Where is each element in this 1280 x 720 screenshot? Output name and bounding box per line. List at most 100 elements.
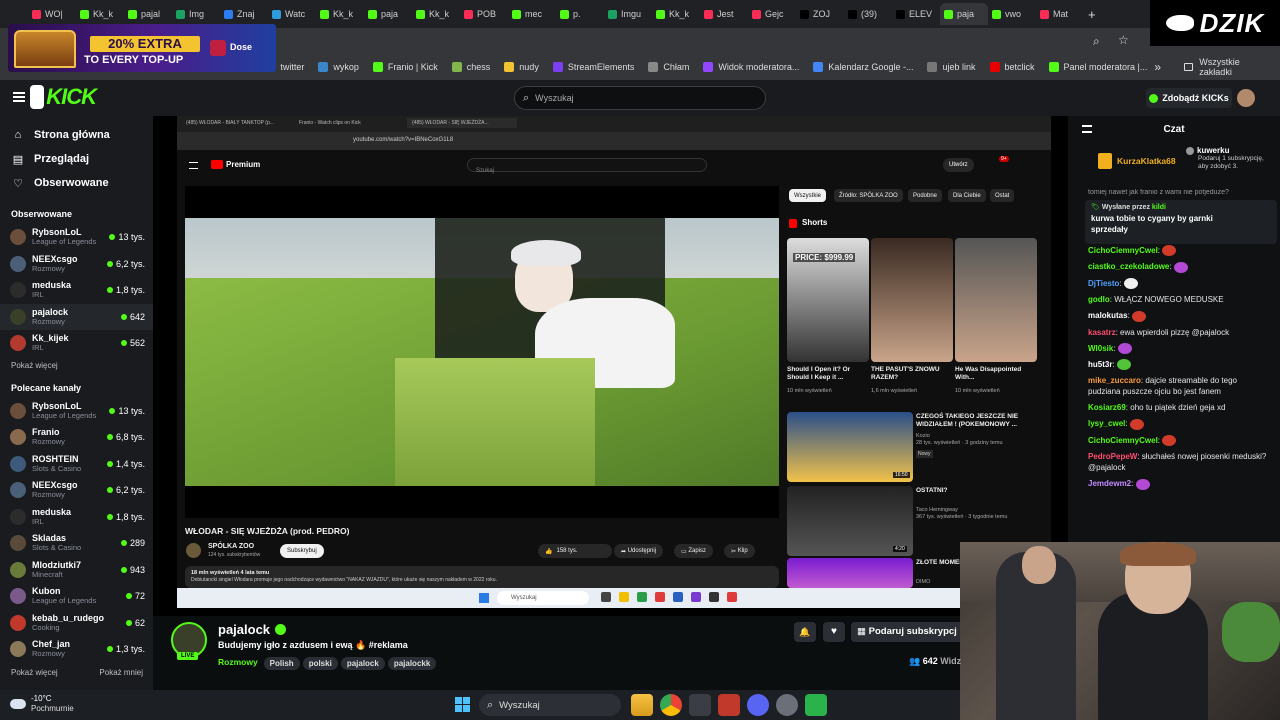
browser-tab[interactable]: Kk_k — [412, 3, 460, 25]
explorer-icon[interactable] — [631, 694, 653, 716]
browser-tab[interactable]: Jest — [700, 3, 748, 25]
ad-banner[interactable]: 20% EXTRA TO EVERY TOP-UP Dose — [8, 24, 276, 72]
streamer-name[interactable]: pajalock — [218, 622, 270, 637]
browser-tab[interactable]: vwo — [988, 3, 1036, 25]
browser-tab[interactable]: paja — [940, 3, 988, 25]
chat-username[interactable]: Kosiarz69 — [1088, 403, 1126, 412]
show-more-followed[interactable]: Pokaż więcej — [0, 357, 153, 372]
channel-item[interactable]: Kk_kijek IRL 562 — [0, 330, 153, 357]
stream-tag[interactable]: Polish — [263, 657, 300, 670]
chrome-icon[interactable] — [660, 694, 682, 716]
chat-username[interactable]: CichoCiemnyCwel — [1088, 436, 1158, 445]
browser-tab[interactable]: p. — [556, 3, 604, 25]
chat-username[interactable]: kasatrz — [1088, 328, 1116, 337]
follow-button[interactable]: ♥ — [823, 622, 845, 642]
bookmark-item[interactable]: Kalendarz Google -... — [806, 62, 920, 72]
chat-username[interactable]: Wl0sik — [1088, 344, 1113, 353]
chat-username[interactable]: CichoCiemnyCwel — [1088, 246, 1158, 255]
kick-logo[interactable]: KICK — [30, 84, 97, 110]
chat-username[interactable]: ciastko_czekoladowe — [1088, 262, 1169, 271]
browser-tab[interactable]: ELEV — [892, 3, 940, 25]
stream-tag[interactable]: polski — [302, 657, 338, 670]
bookmark-item[interactable]: wykop — [311, 62, 366, 72]
channel-item[interactable]: Chef_jan Rozmowy 1,3 tys. — [0, 636, 153, 663]
chat-username[interactable]: mike_zuccaro — [1088, 376, 1141, 385]
chat-username[interactable]: lysy_cwel — [1088, 419, 1125, 428]
browser-tab[interactable]: Znaj — [220, 3, 268, 25]
nav-item[interactable]: ⌂ Strona główna — [0, 123, 153, 147]
bookmark-item[interactable]: betclick — [983, 62, 1042, 72]
chat-username[interactable]: godlo — [1088, 295, 1110, 304]
browser-tab[interactable]: paja — [364, 3, 412, 25]
bookmark-item[interactable]: StreamElements — [546, 62, 642, 72]
browser-tab[interactable]: Gejc — [748, 3, 796, 25]
channel-item[interactable]: NEEXcsgo Rozmowy 6,2 tys. — [0, 477, 153, 504]
browser-tab[interactable]: Imgu — [604, 3, 652, 25]
browser-tab[interactable]: Kk_k — [316, 3, 364, 25]
app-icon[interactable] — [689, 694, 711, 716]
channel-item[interactable]: Franio Rozmowy 6,8 tys. — [0, 424, 153, 451]
browser-tab[interactable]: (39) — [844, 3, 892, 25]
show-more-recommended[interactable]: Pokaż więcej — [11, 668, 58, 677]
browser-tab[interactable]: Watc — [268, 3, 316, 25]
channel-item[interactable]: NEEXcsgo Rozmowy 6,2 tys. — [0, 251, 153, 278]
nav-item[interactable]: ♡ Obserwowane — [0, 171, 153, 195]
browser-tab[interactable]: Img — [172, 3, 220, 25]
browser-tab[interactable]: mec — [508, 3, 556, 25]
weather-widget[interactable]: -10°C Pochmurnie — [10, 694, 74, 714]
kicks-button[interactable]: Zdobądź KICKs — [1146, 88, 1232, 108]
browser-tab[interactable]: Kk_k — [76, 3, 124, 25]
show-less-recommended[interactable]: Pokaż mniej — [99, 668, 143, 677]
browser-tab[interactable]: POB — [460, 3, 508, 25]
channel-item[interactable]: RybsonLoL League of Legends 13 tys. — [0, 224, 153, 251]
search-box[interactable]: ⌕ Wyszukaj — [514, 86, 766, 110]
channel-item[interactable]: meduska IRL 1,8 tys. — [0, 277, 153, 304]
bookmark-item[interactable]: chess — [445, 62, 498, 72]
windows-start-icon[interactable] — [455, 697, 470, 712]
browser-tab[interactable]: Kk_k — [652, 3, 700, 25]
notify-button[interactable]: 🔔 — [794, 622, 816, 642]
channel-item[interactable]: RybsonLoL League of Legends 13 tys. — [0, 398, 153, 425]
stream-tag[interactable]: pajalockk — [387, 657, 437, 670]
pinned-text: kurwa tobie to cygany by garnki sprzedał… — [1091, 214, 1213, 234]
channel-item[interactable]: ROSHTEIN Slots & Casino 1,4 tys. — [0, 451, 153, 478]
chat-username[interactable]: PedroPepeW — [1088, 452, 1137, 461]
channel-item[interactable]: Kubon League of Legends 72 — [0, 583, 153, 610]
notes-icon[interactable] — [805, 694, 827, 716]
stream-category[interactable]: Rozmowy — [218, 657, 258, 667]
new-tab-button[interactable]: + — [1088, 7, 1096, 22]
chat-username[interactable]: malokutas — [1088, 311, 1128, 320]
channel-item[interactable]: Skladas Slots & Casino 289 — [0, 530, 153, 557]
settings-icon[interactable] — [776, 694, 798, 716]
channel-item[interactable]: Mlodziutki7 Minecraft 943 — [0, 557, 153, 584]
bookmark-item[interactable]: Panel moderatora |... — [1042, 62, 1155, 72]
discord-icon[interactable] — [747, 694, 769, 716]
chat-username[interactable]: Jemdewm2 — [1088, 479, 1131, 488]
browser-tab[interactable]: Mat — [1036, 3, 1084, 25]
gift-sub-button[interactable]: ▦ Podaruj subskrypcj — [851, 622, 960, 642]
chevron-right-icon[interactable]: » — [1154, 60, 1161, 74]
bookmark-item[interactable]: Widok moderatora... — [696, 62, 806, 72]
user-avatar[interactable] — [1237, 89, 1255, 107]
channel-item[interactable]: meduska IRL 1,8 tys. — [0, 504, 153, 531]
bookmark-item[interactable]: ujeb link — [920, 62, 982, 72]
bookmark-star-icon[interactable]: ☆ — [1118, 33, 1129, 47]
stream-tag[interactable]: pajalock — [340, 657, 385, 670]
browser-tab[interactable]: pajal — [124, 3, 172, 25]
taskbar-search[interactable]: ⌕ Wyszukaj — [479, 694, 621, 716]
zoom-icon[interactable]: ⌕ — [1093, 34, 1100, 49]
channel-item[interactable]: pajalock Rozmowy 642 — [0, 303, 153, 330]
menu-icon[interactable] — [13, 92, 25, 102]
chat-username[interactable]: DjTiesto — [1088, 279, 1119, 288]
browser-tab[interactable]: ZOJ — [796, 3, 844, 25]
nav-item[interactable]: ▤ Przeglądaj — [0, 147, 153, 171]
chat-username[interactable]: hu5t3r — [1088, 360, 1112, 369]
app2-icon[interactable] — [718, 694, 740, 716]
all-bookmarks[interactable]: Wszystkie zakładki — [1199, 57, 1268, 77]
channel-item[interactable]: kebab_u_rudego Cooking 62 — [0, 610, 153, 637]
bookmark-item[interactable]: Chłam — [641, 62, 696, 72]
bookmark-item[interactable]: nudy — [497, 62, 546, 72]
bookmark-item[interactable]: Franio | Kick — [366, 62, 445, 72]
browser-tab[interactable]: WO| — [28, 3, 76, 25]
yt-filter-chip: Źródło: SPÓLKA ZOO — [834, 189, 903, 202]
